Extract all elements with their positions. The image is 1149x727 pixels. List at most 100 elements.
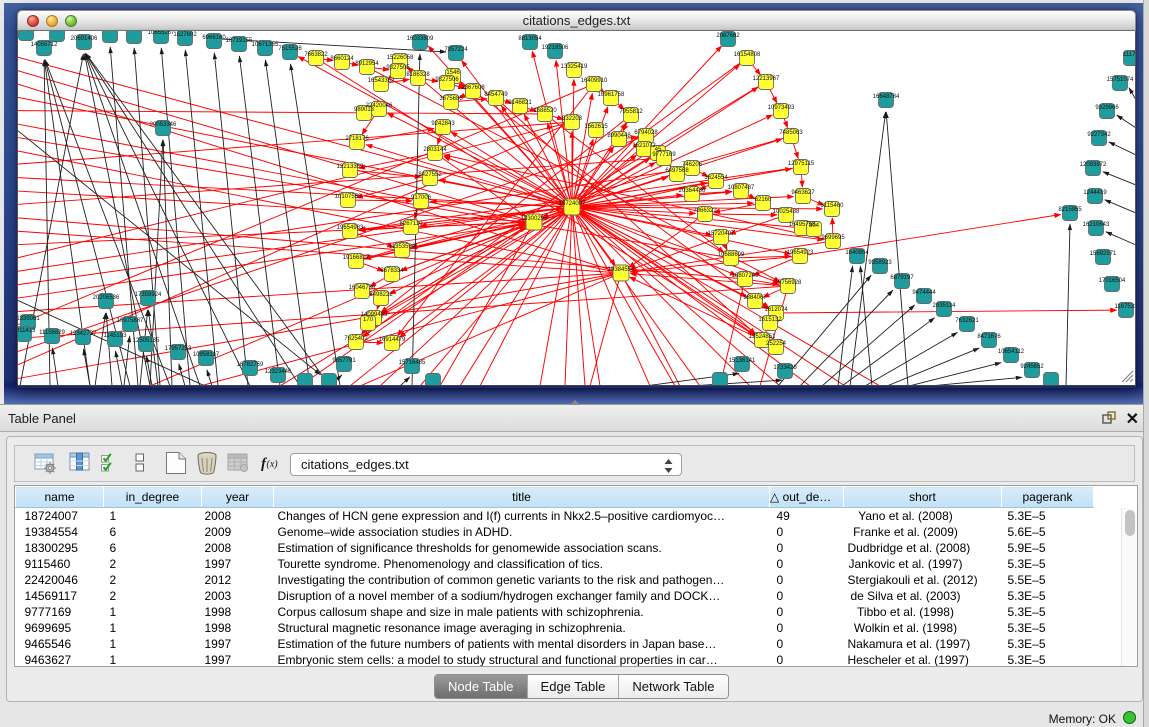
svg-text:16033809: 16033809 [407,36,434,42]
svg-text:1546: 1546 [446,70,460,76]
svg-text:832203: 832203 [562,116,583,122]
svg-text:1335061: 1335061 [17,316,40,322]
svg-text:16409910: 16409910 [581,78,608,84]
svg-text:15716485: 15716485 [399,360,426,366]
svg-text:6879197: 6879197 [890,275,914,281]
svg-text:17016504: 17016504 [1099,278,1126,284]
svg-text:12213967: 12213967 [753,76,780,82]
svg-text:10671355: 10671355 [252,42,279,48]
svg-text:15692971: 15692971 [1090,251,1117,257]
svg-text:1145193: 1145193 [104,333,128,339]
svg-text:1562615: 1562615 [584,124,608,130]
svg-text:10958117: 10958117 [193,352,220,358]
svg-text:1588520: 1588520 [533,108,557,114]
svg-text:7866322: 7866322 [693,208,717,214]
svg-text:16648784: 16648784 [873,94,900,100]
svg-text:10107553: 10107553 [335,194,362,200]
svg-text:6966160: 6966160 [202,35,226,41]
svg-text:9463627: 9463627 [791,190,815,196]
svg-text:7955812: 7955812 [619,109,643,115]
svg-text:9227342: 9227342 [1087,132,1111,138]
svg-text:15720407: 15720407 [708,231,735,237]
svg-text:19384554: 19384554 [608,267,635,273]
svg-text:12505135: 12505135 [133,338,160,344]
svg-text:8990448: 8990448 [607,133,631,139]
svg-text:7357224: 7357224 [444,47,468,53]
svg-text:19654923: 19654923 [787,250,814,256]
svg-text:8678334: 8678334 [380,268,404,274]
svg-text:16543362: 16543362 [368,78,395,84]
svg-text:10807487: 10807487 [728,185,755,191]
svg-text:20364436: 20364436 [679,188,706,194]
svg-text:19166827: 19166827 [343,255,370,261]
svg-text:3911413: 3911413 [17,328,36,334]
svg-text:7485063: 7485063 [779,130,803,136]
svg-text:13325419: 13325419 [561,64,588,70]
svg-text:17359924: 17359924 [135,292,162,298]
svg-text:16961758: 16961758 [598,92,625,98]
svg-text:9245652: 9245652 [1020,364,1044,370]
svg-text:9474444: 9474444 [912,290,936,296]
svg-text:989013: 989013 [354,107,375,113]
svg-text:1244419: 1244419 [1083,190,1107,196]
svg-text:11174: 11174 [1123,52,1136,58]
svg-text:6497568: 6497568 [665,168,689,174]
svg-text:15751074: 15751074 [1107,77,1134,83]
svg-text:19218506: 19218506 [542,45,569,51]
svg-text:20053346: 20053346 [150,122,177,128]
svg-text:18300295: 18300295 [521,216,548,222]
svg-text:8454749: 8454749 [484,92,508,98]
svg-text:9329966: 9329966 [1095,105,1119,111]
svg-text:10688609: 10688609 [718,252,745,258]
svg-text:9777169: 9777169 [652,152,676,158]
svg-text:7625402: 7625402 [344,336,368,342]
svg-text:15226058: 15226058 [387,55,414,61]
svg-text:8427552: 8427552 [418,172,442,178]
svg-text:12342737: 12342737 [70,331,97,337]
svg-text:2935114: 2935114 [933,303,957,309]
svg-text:8186328: 8186328 [406,72,430,78]
svg-text:10975887: 10975887 [117,318,144,324]
svg-text:62160: 62160 [755,197,772,203]
svg-text:3624554: 3624554 [704,175,728,181]
svg-text:(x): (x) [267,459,279,470]
svg-text:2718176: 2718176 [345,136,369,142]
svg-text:19654983: 19654983 [337,225,364,231]
svg-text:8471676: 8471676 [977,334,1001,340]
svg-text:8267110: 8267110 [400,221,424,227]
svg-text:20691406: 20691406 [71,36,98,42]
svg-text:18807249: 18807249 [732,273,759,279]
svg-text:1527602: 1527602 [173,32,197,38]
svg-text:11353594: 11353594 [389,244,416,250]
svg-text:1640954: 1640954 [845,250,869,256]
svg-text:252254: 252254 [766,341,787,347]
svg-text:18724007: 18724007 [559,201,586,207]
svg-text:13524851: 13524851 [749,334,776,340]
svg-text:1612074: 1612074 [764,307,788,313]
svg-text:10973493: 10973493 [768,105,795,111]
svg-text:9884067: 9884067 [743,295,767,301]
svg-text:10654112: 10654112 [998,349,1025,355]
svg-text:7515526: 7515526 [278,46,302,52]
svg-text:917006: 917006 [411,195,432,201]
svg-text:10719155: 10719155 [226,38,253,44]
svg-text:9699695: 9699695 [821,235,845,241]
svg-text:16914479: 16914479 [379,337,406,343]
svg-text:1733426: 1733426 [773,365,797,371]
svg-text:9358923: 9358923 [868,260,892,266]
svg-text:2367608: 2367608 [461,85,485,91]
svg-text:1167533: 1167533 [1115,304,1136,310]
svg-text:10655267: 10655267 [148,31,175,36]
svg-text:8215955: 8215955 [1058,207,1082,213]
svg-text:10025438: 10025438 [773,209,800,215]
svg-text:16154808: 16154808 [734,52,761,58]
svg-text:20206536: 20206536 [93,295,120,301]
svg-text:3498222: 3498222 [369,292,393,298]
svg-text:1615132: 1615132 [758,317,782,323]
svg-text:17957253: 17957253 [165,346,192,352]
svg-text:12213359: 12213359 [337,164,364,170]
svg-text:9242843: 9242843 [431,121,455,127]
svg-text:19756928: 19756928 [775,280,802,286]
svg-text:12975115: 12975115 [788,161,815,167]
svg-text:7632621: 7632621 [955,318,979,324]
